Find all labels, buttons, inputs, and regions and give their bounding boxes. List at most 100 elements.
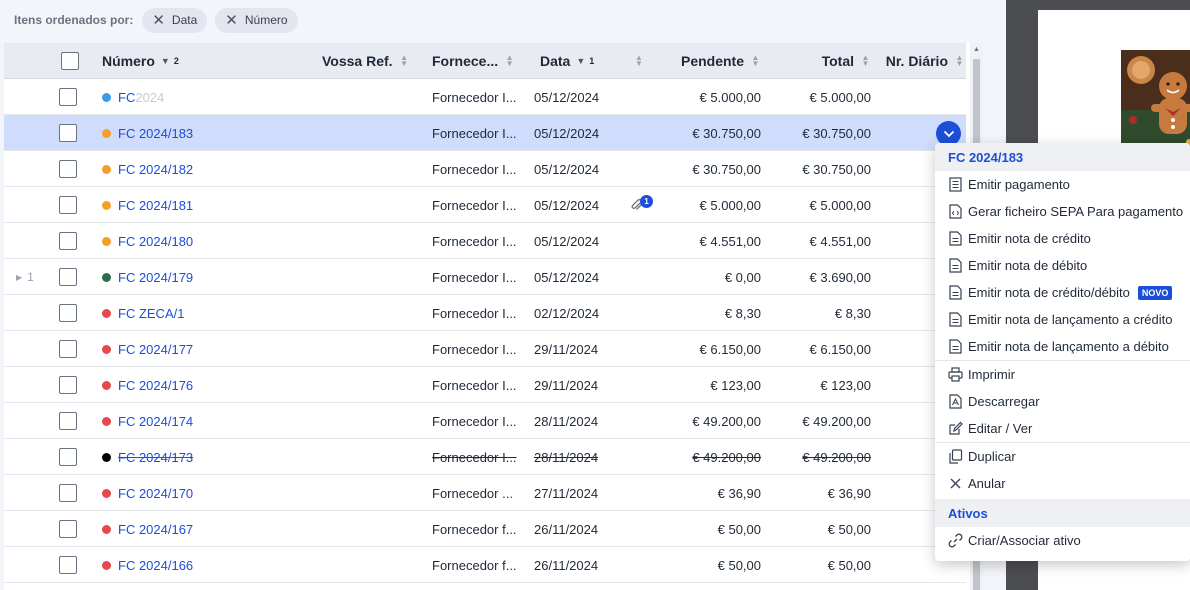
invoice-number-link[interactable]: FC 2024/167 bbox=[118, 522, 193, 537]
cell-numero[interactable]: FC 2024/181 bbox=[102, 187, 302, 223]
row-checkbox[interactable] bbox=[59, 196, 77, 214]
cell-numero[interactable]: FC 2024/177 bbox=[102, 331, 302, 367]
row-checkbox[interactable] bbox=[59, 448, 77, 466]
menu-item[interactable]: Emitir nota de crédito/débito NOVO bbox=[935, 279, 1190, 306]
invoice-number-link[interactable]: FC 2024/179 bbox=[118, 270, 193, 285]
invoice-number-link[interactable]: FC 2024/170 bbox=[118, 486, 193, 501]
invoice-number-link[interactable]: FC 2024/173 bbox=[118, 450, 193, 465]
col-header-attachments[interactable]: ▲ ▼ bbox=[628, 43, 643, 79]
document-icon bbox=[948, 312, 963, 327]
menu-item[interactable]: Descarregar bbox=[935, 388, 1190, 415]
menu-item[interactable]: Imprimir bbox=[935, 361, 1190, 388]
table-row[interactable]: FC 2024/182 Fornecedor I... 05/12/2024 € 30… bbox=[4, 151, 966, 187]
select-all-checkbox[interactable] bbox=[61, 52, 79, 70]
menu-item[interactable]: Emitir nota de débito bbox=[935, 252, 1190, 279]
chevron-down-icon bbox=[943, 130, 954, 137]
table-row[interactable]: FC 2024/170 Fornecedor ... 27/11/2024 € 36,… bbox=[4, 475, 966, 511]
close-icon[interactable]: ✕ bbox=[152, 13, 165, 28]
col-header-pendente[interactable]: Pendente ▲ ▼ bbox=[664, 43, 760, 79]
menu-item[interactable]: Gerar ficheiro SEPA Para pagamento bbox=[935, 198, 1190, 225]
invoice-number-link[interactable]: FC 2024/166 bbox=[118, 558, 193, 573]
cell-numero[interactable]: FC 2024/166 bbox=[102, 547, 302, 583]
invoice-number-link[interactable]: FC ZECA/1 bbox=[118, 306, 184, 321]
col-header-data[interactable]: Data ▼ 1 bbox=[540, 43, 620, 79]
row-checkbox[interactable] bbox=[59, 376, 77, 394]
menu-item[interactable]: Emitir nota de lançamento a crédito bbox=[935, 306, 1190, 333]
table-row[interactable]: FC ZECA/1 Fornecedor I... 02/12/2024 € 8,30… bbox=[4, 295, 966, 331]
cell-data: 05/12/2024 bbox=[534, 125, 600, 141]
row-checkbox[interactable] bbox=[59, 88, 77, 106]
row-checkbox[interactable] bbox=[59, 304, 77, 322]
col-header-total[interactable]: Total ▲ ▼ bbox=[774, 43, 870, 79]
table-row[interactable]: FC 2024 Fornecedor I... 05/12/2024 € 5.000,0… bbox=[4, 79, 966, 115]
sort-chip-data[interactable]: ✕ Data bbox=[142, 7, 208, 33]
row-checkbox[interactable] bbox=[59, 484, 77, 502]
invoice-number-link[interactable]: FC 2024/174 bbox=[118, 414, 193, 429]
cell-numero[interactable]: FC 2024/174 bbox=[102, 403, 302, 439]
table-row[interactable]: FC 2024/173 Fornecedor I... 28/11/2024 € 49… bbox=[4, 439, 966, 475]
menu-section-ativos: Ativos bbox=[935, 499, 1190, 527]
invoice-number-link[interactable]: FC 2024/181 bbox=[118, 198, 193, 213]
cell-numero[interactable]: FC 2024 bbox=[102, 79, 302, 115]
table-row[interactable]: FC 2024/180 Fornecedor I... 05/12/2024 € 4.… bbox=[4, 223, 966, 259]
close-icon[interactable]: ✕ bbox=[225, 13, 238, 28]
table-row[interactable]: FC 2024/167 Fornecedor f... 26/11/2024 € 50… bbox=[4, 511, 966, 547]
cell-numero[interactable]: FC 2024/179 bbox=[102, 259, 302, 295]
invoice-number-link[interactable]: FC 2024/177 bbox=[118, 342, 193, 357]
menu-item-label: Imprimir bbox=[968, 367, 1015, 382]
expand-row-toggle[interactable]: ▶ 1 bbox=[16, 259, 34, 295]
table-row[interactable]: FC 2024/176 Fornecedor I... 29/11/2024 € 12… bbox=[4, 367, 966, 403]
table-row[interactable]: FC 2024/183 Fornecedor I... 05/12/2024 € 30… bbox=[4, 115, 966, 151]
col-header-nr-diario[interactable]: Nr. Diário ▲ ▼ bbox=[874, 43, 964, 79]
row-checkbox[interactable] bbox=[59, 412, 77, 430]
table-row[interactable]: ▶ 1 FC 2024/179 Fornecedor I... 05/12/2024 € … bbox=[4, 259, 966, 295]
cell-data: 02/12/2024 bbox=[534, 305, 600, 321]
cell-numero[interactable]: FC 2024/173 bbox=[102, 439, 302, 475]
table-row[interactable]: FC 2024/181 Fornecedor I... 05/12/2024 1 € 5… bbox=[4, 187, 966, 223]
table-row[interactable]: FC 2024/174 Fornecedor I... 28/11/2024 € 49… bbox=[4, 403, 966, 439]
row-checkbox[interactable] bbox=[59, 520, 77, 538]
col-header-numero[interactable]: Número ▼ 2 bbox=[102, 43, 222, 79]
cell-total: € 123,00 bbox=[820, 377, 871, 393]
cell-numero[interactable]: FC 2024/170 bbox=[102, 475, 302, 511]
invoice-number-link[interactable]: FC 2024/182 bbox=[118, 162, 193, 177]
cell-pendente: € 4.551,00 bbox=[699, 233, 761, 249]
row-checkbox[interactable] bbox=[59, 556, 77, 574]
sort-toggle-icon: ▲ ▼ bbox=[635, 53, 643, 68]
cell-numero[interactable]: FC 2024/183 bbox=[102, 115, 302, 151]
cell-numero[interactable]: FC 2024/167 bbox=[102, 511, 302, 547]
table-row[interactable]: FC 2024/166 Fornecedor f... 26/11/2024 € 50… bbox=[4, 547, 966, 583]
table-row[interactable]: FC 2024/177 Fornecedor I... 29/11/2024 € 6.… bbox=[4, 331, 966, 367]
cell-pendente: € 50,00 bbox=[717, 557, 761, 573]
invoice-number-link[interactable]: FC 2024/183 bbox=[118, 126, 193, 141]
row-checkbox[interactable] bbox=[59, 124, 77, 142]
invoice-number-link[interactable]: FC 2024/180 bbox=[118, 234, 193, 249]
menu-item[interactable]: Duplicar bbox=[935, 443, 1190, 470]
menu-item[interactable]: Anular bbox=[935, 470, 1190, 497]
menu-item-label: Emitir nota de crédito/débito bbox=[968, 285, 1130, 300]
cell-numero[interactable]: FC 2024/182 bbox=[102, 151, 302, 187]
row-checkbox[interactable] bbox=[59, 160, 77, 178]
row-checkbox[interactable] bbox=[59, 340, 77, 358]
cell-numero[interactable]: FC ZECA/1 bbox=[102, 295, 302, 331]
row-checkbox[interactable] bbox=[59, 268, 77, 286]
col-header-label: Fornece... bbox=[432, 53, 499, 69]
invoice-number-link[interactable]: FC 2024/176 bbox=[118, 378, 193, 393]
cell-numero[interactable]: FC 2024/180 bbox=[102, 223, 302, 259]
cell-total: € 49.200,00 bbox=[802, 449, 871, 465]
menu-item[interactable]: Criar/Associar ativo bbox=[935, 527, 1190, 554]
document-icon bbox=[948, 231, 963, 246]
menu-item[interactable]: Emitir pagamento bbox=[935, 171, 1190, 198]
menu-item[interactable]: Emitir nota de lançamento a débito bbox=[935, 333, 1190, 360]
menu-item[interactable]: Editar / Ver bbox=[935, 415, 1190, 442]
sort-chip-numero[interactable]: ✕ Número bbox=[215, 7, 298, 33]
row-checkbox[interactable] bbox=[59, 232, 77, 250]
col-header-vossa-ref[interactable]: Vossa Ref. ▲ ▼ bbox=[322, 43, 417, 79]
col-header-fornecedor[interactable]: Fornece... ▲ ▼ bbox=[432, 43, 527, 79]
cell-numero[interactable]: FC 2024/176 bbox=[102, 367, 302, 403]
menu-item[interactable]: Emitir nota de crédito bbox=[935, 225, 1190, 252]
scroll-up-icon[interactable]: ▲ bbox=[972, 46, 981, 53]
cell-data: 05/12/2024 bbox=[534, 89, 600, 105]
invoice-number-link[interactable]: FC bbox=[118, 90, 135, 105]
cell-total: € 4.551,00 bbox=[809, 233, 871, 249]
